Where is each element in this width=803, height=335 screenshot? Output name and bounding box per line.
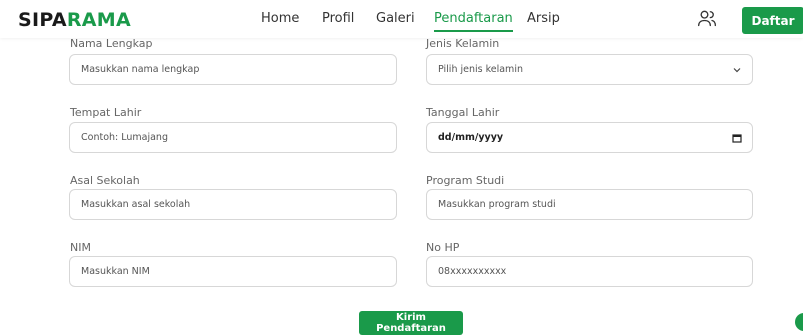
tempat-lahir-label: Tempat Lahir (70, 106, 142, 119)
nav-galeri[interactable]: Galeri (376, 11, 415, 26)
brand-part-2: RAMA (66, 9, 131, 31)
brand-part-1: SIPA (18, 9, 67, 31)
tanggal-lahir-input[interactable]: dd/mm/yyyy (426, 122, 753, 153)
nama-placeholder: Masukkan nama lengkap (81, 64, 200, 75)
tempat-lahir-input[interactable]: Contoh: Lumajang (69, 122, 397, 153)
kirim-pendaftaran-button[interactable]: Kirim Pendaftaran (359, 311, 463, 335)
floating-action-button[interactable] (795, 313, 803, 331)
top-navbar: SIPARAMA Home Profil Galeri Pendaftaran … (0, 0, 803, 38)
no-hp-placeholder: 08xxxxxxxxxx (438, 266, 507, 277)
nav-arsip[interactable]: Arsip (527, 11, 560, 26)
nama-input[interactable]: Masukkan nama lengkap (69, 54, 397, 85)
jenis-kelamin-value: Pilih jenis kelamin (438, 64, 523, 75)
nim-label: NIM (70, 241, 91, 254)
nav-home[interactable]: Home (261, 11, 299, 26)
nim-input[interactable]: Masukkan NIM (69, 256, 397, 287)
nav-pendaftaran[interactable]: Pendaftaran (434, 11, 513, 32)
nim-placeholder: Masukkan NIM (81, 266, 150, 277)
asal-sekolah-input[interactable]: Masukkan asal sekolah (69, 189, 397, 220)
brand-logo[interactable]: SIPARAMA (18, 9, 131, 31)
no-hp-input[interactable]: 08xxxxxxxxxx (426, 256, 753, 287)
nav-profil[interactable]: Profil (322, 11, 354, 26)
nama-label: Nama Lengkap (70, 37, 153, 50)
program-studi-placeholder: Masukkan program studi (438, 199, 556, 210)
jenis-kelamin-label: Jenis Kelamin (426, 37, 500, 50)
tempat-lahir-placeholder: Contoh: Lumajang (81, 132, 168, 143)
chevron-down-icon (733, 67, 741, 72)
program-studi-input[interactable]: Masukkan program studi (426, 189, 753, 220)
asal-sekolah-placeholder: Masukkan asal sekolah (81, 199, 191, 210)
program-studi-label: Program Studi (426, 174, 505, 187)
tanggal-lahir-label: Tanggal Lahir (426, 106, 500, 119)
no-hp-label: No HP (426, 241, 460, 254)
tanggal-lahir-value: dd/mm/yyyy (438, 132, 504, 143)
calendar-icon[interactable] (732, 133, 742, 143)
jenis-kelamin-select[interactable]: Pilih jenis kelamin (426, 54, 753, 85)
daftar-button[interactable]: Daftar (742, 7, 803, 34)
asal-sekolah-label: Asal Sekolah (70, 174, 140, 187)
users-icon[interactable] (697, 8, 717, 28)
